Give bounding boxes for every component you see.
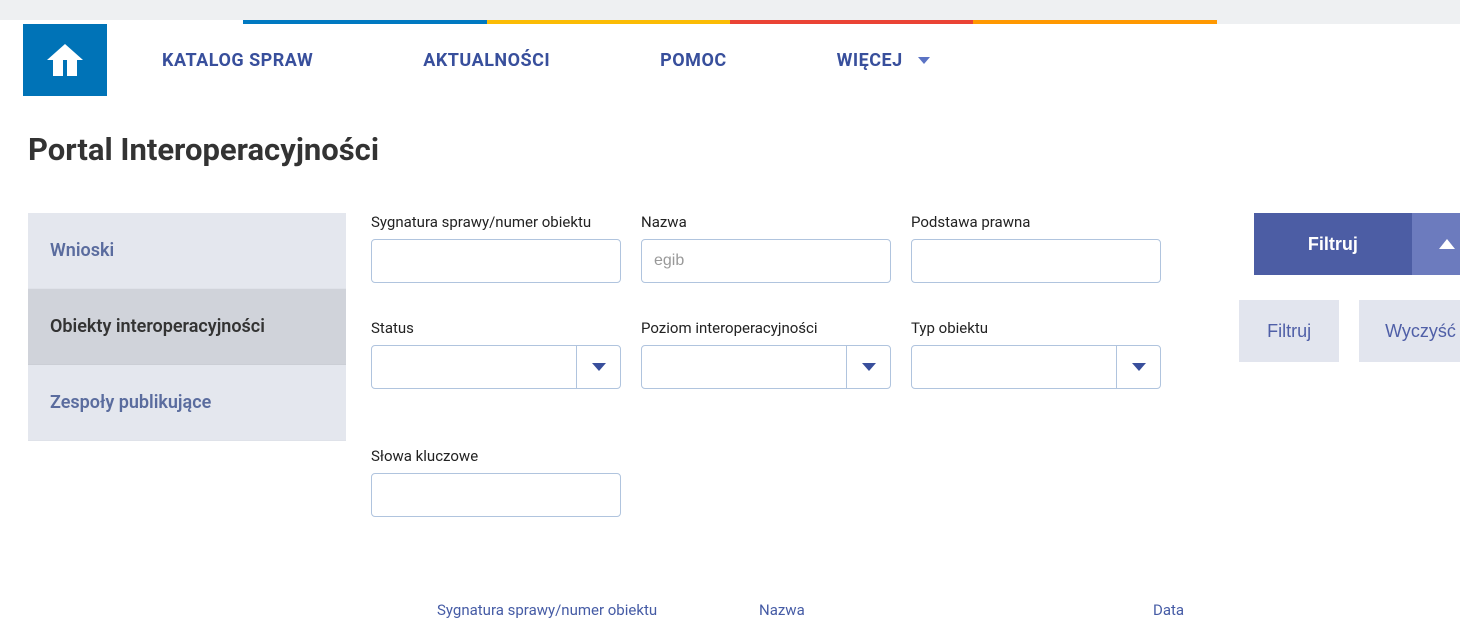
filter-button[interactable]: Filtruj (1239, 300, 1339, 362)
filters-region: Sygnatura sprawy/numer obiektu Nazwa Pod… (371, 213, 1184, 633)
page-title: Portal Interoperacyjności (28, 131, 1432, 168)
table-header: Sygnatura sprawy/numer obiektu Nazwa Dat… (371, 587, 1184, 633)
nav-catalog[interactable]: KATALOG SPRAW (162, 50, 313, 71)
chevron-down-icon (862, 363, 876, 371)
column-name[interactable]: Nazwa (759, 601, 1153, 619)
nav-more[interactable]: WIĘCEJ (837, 50, 930, 71)
top-bar (0, 0, 1460, 20)
name-label: Nazwa (641, 213, 891, 231)
legal-basis-label: Podstawa prawna (911, 213, 1161, 231)
chevron-up-icon (1439, 239, 1455, 249)
sidebar-item-teams[interactable]: Zespoły publikujące (28, 365, 346, 441)
filter-toggle-button[interactable]: Filtruj (1254, 213, 1412, 275)
nav-more-label: WIĘCEJ (837, 50, 903, 71)
chevron-down-icon (592, 363, 606, 371)
type-select[interactable] (911, 345, 1161, 389)
level-label: Poziom interoperacyjności (641, 319, 891, 337)
home-button[interactable] (23, 24, 107, 96)
signature-input[interactable] (371, 239, 621, 283)
legal-basis-input[interactable] (911, 239, 1161, 283)
level-select[interactable] (641, 345, 891, 389)
color-strip (0, 20, 1460, 24)
sidebar-item-interop-objects[interactable]: Obiekty interoperacyjności (28, 289, 346, 365)
main-nav: KATALOG SPRAW AKTUALNOŚCI POMOC WIĘCEJ (0, 24, 1460, 96)
keywords-input[interactable] (371, 473, 621, 517)
clear-button[interactable]: Wyczyść (1359, 300, 1460, 362)
sidebar: Wnioski Obiekty interoperacyjności Zespo… (28, 213, 346, 441)
chevron-down-icon (918, 57, 930, 64)
keywords-label: Słowa kluczowe (371, 447, 621, 465)
sidebar-item-requests[interactable]: Wnioski (28, 213, 346, 289)
status-label: Status (371, 319, 621, 337)
filter-collapse-button[interactable] (1412, 213, 1460, 275)
type-label: Typ obiektu (911, 319, 1161, 337)
filter-toggle: Filtruj (1239, 213, 1460, 275)
home-icon (45, 42, 85, 78)
column-date[interactable]: Data (1153, 601, 1184, 619)
signature-label: Sygnatura sprawy/numer obiektu (371, 213, 621, 231)
name-input[interactable] (641, 239, 891, 283)
nav-news[interactable]: AKTUALNOŚCI (423, 50, 550, 71)
column-signature[interactable]: Sygnatura sprawy/numer obiektu (437, 601, 759, 619)
nav-help[interactable]: POMOC (660, 50, 726, 71)
status-select[interactable] (371, 345, 621, 389)
chevron-down-icon (1132, 363, 1146, 371)
